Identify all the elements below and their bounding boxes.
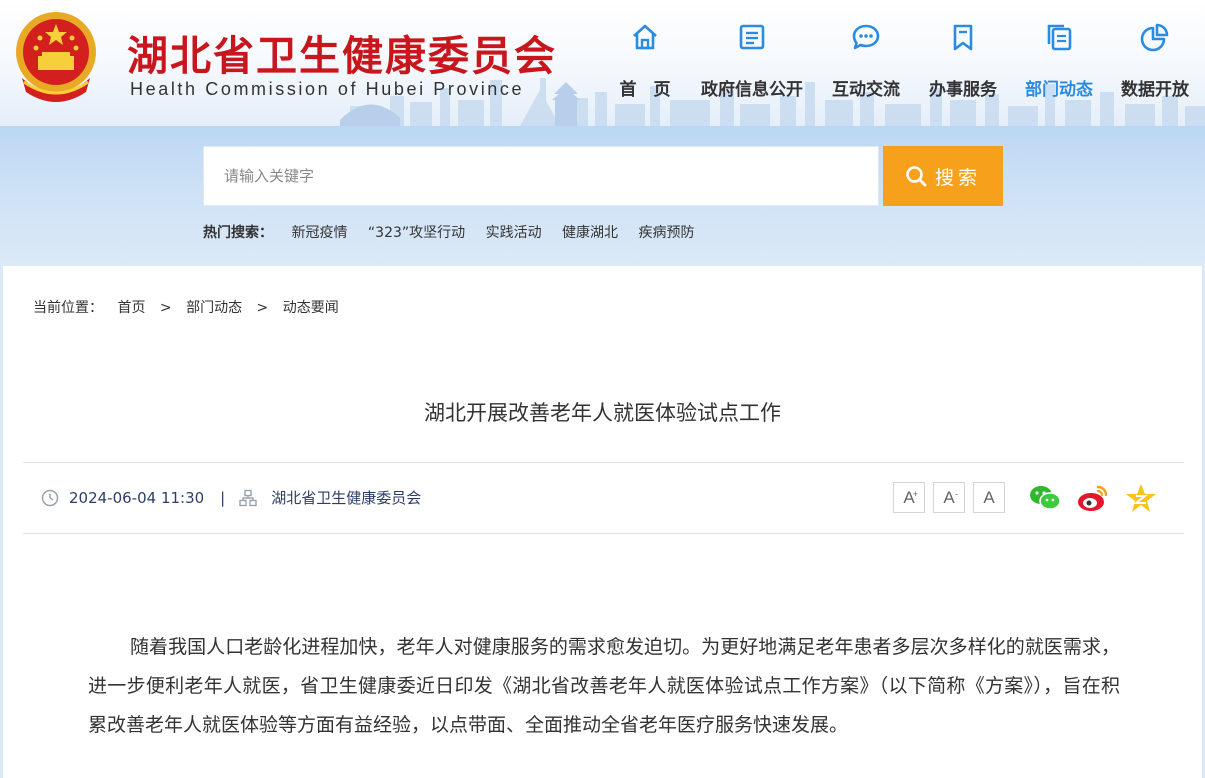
breadcrumb-item-home[interactable]: 首页 xyxy=(117,300,145,316)
site-subtitle: Health Commission of Hubei Province xyxy=(130,79,525,99)
breadcrumb-item-department-news[interactable]: 部门动态 xyxy=(186,300,242,316)
article-title: 湖北开展改善老年人就医体验试点工作 xyxy=(424,401,781,425)
nav-label-interaction: 互动交流 xyxy=(832,80,900,100)
breadcrumb-separator: > xyxy=(159,300,172,316)
nav-label-home: 首 页 xyxy=(619,80,671,100)
search-icon xyxy=(906,166,927,187)
nav-label-department-news: 部门动态 xyxy=(1025,80,1093,100)
nav-label-open-data: 数据开放 xyxy=(1121,80,1189,100)
nav-item-services[interactable]: 办事服务 xyxy=(908,22,1018,102)
hot-search-item[interactable]: 实践活动 xyxy=(486,225,542,241)
share-buttons xyxy=(1028,482,1158,514)
meta-separator: | xyxy=(220,488,226,507)
publish-datetime: 2024-06-04 11:30 xyxy=(69,488,205,507)
font-reset-button[interactable]: A xyxy=(973,482,1005,513)
hot-search-item[interactable]: 健康湖北 xyxy=(562,225,618,241)
font-size-controls: A + A- A xyxy=(893,482,1005,513)
nav-label-services: 办事服务 xyxy=(929,80,997,100)
pie-chart-icon xyxy=(1140,23,1169,52)
qzone-icon[interactable] xyxy=(1124,482,1158,514)
article-meta: 2024-06-04 11:30 | 湖北省卫生健康委员会 xyxy=(41,487,421,508)
breadcrumb-separator: > xyxy=(256,300,269,316)
weibo-icon[interactable] xyxy=(1076,482,1110,514)
nav-item-open-data[interactable]: 数据开放 xyxy=(1100,22,1205,102)
divider xyxy=(23,533,1184,534)
font-reset-label: A xyxy=(983,487,995,507)
site-header: 湖北省卫生健康委员会 Health Commission of Hubei Pr… xyxy=(0,0,1205,126)
nav-item-gov-info[interactable]: 政府信息公开 xyxy=(697,22,807,102)
clock-icon xyxy=(41,489,59,506)
wechat-icon[interactable] xyxy=(1028,482,1062,514)
search-input[interactable] xyxy=(204,147,878,205)
search-button-label: 搜索 xyxy=(934,166,981,189)
divider xyxy=(23,462,1184,463)
hot-search: 热门搜索： 新冠疫情 “323”攻坚行动 实践活动 健康湖北 疾病预防 xyxy=(203,222,711,242)
hot-search-item[interactable]: 新冠疫情 xyxy=(291,225,347,241)
search-band: 搜索 热门搜索： 新冠疫情 “323”攻坚行动 实践活动 健康湖北 疾病预防 xyxy=(0,126,1205,266)
font-decrease-button[interactable]: A- xyxy=(933,482,965,513)
breadcrumb: 当前位置： 首页 > 部门动态 > 动态要闻 xyxy=(33,297,349,317)
article-paragraph: 随着我国人口老龄化进程加快，老年人对健康服务的需求愈发迫切。为更好地满足老年患者… xyxy=(88,636,1120,736)
bookmark-icon xyxy=(953,24,973,51)
font-increase-button[interactable]: A + xyxy=(893,482,925,513)
article-source: 湖北省卫生健康委员会 xyxy=(271,489,422,507)
national-emblem-logo xyxy=(16,12,96,102)
hot-search-item[interactable]: 疾病预防 xyxy=(639,225,695,241)
chat-icon xyxy=(852,24,880,50)
font-decrease-label: A xyxy=(943,487,955,507)
search-button[interactable]: 搜索 xyxy=(883,146,1003,206)
site-title: 湖北省卫生健康委员会 xyxy=(127,32,557,80)
nav-item-home[interactable]: 首 页 xyxy=(590,22,700,102)
organization-icon xyxy=(239,489,257,506)
document-icon xyxy=(739,24,765,50)
nav-label-gov-info: 政府信息公开 xyxy=(701,80,803,100)
hot-search-item[interactable]: “323”攻坚行动 xyxy=(368,225,465,241)
nav-item-interaction[interactable]: 互动交流 xyxy=(811,22,921,102)
nav-item-department-news[interactable]: 部门动态 xyxy=(1004,22,1114,102)
home-icon xyxy=(633,24,657,50)
article-container: 当前位置： 首页 > 部门动态 > 动态要闻 湖北开展改善老年人就医体验试点工作… xyxy=(3,266,1202,778)
breadcrumb-item-news[interactable]: 动态要闻 xyxy=(283,300,339,316)
copy-icon xyxy=(1047,24,1072,51)
breadcrumb-prefix: 当前位置： xyxy=(33,300,103,316)
hot-search-label: 热门搜索： xyxy=(203,225,273,241)
search-box xyxy=(203,146,879,206)
